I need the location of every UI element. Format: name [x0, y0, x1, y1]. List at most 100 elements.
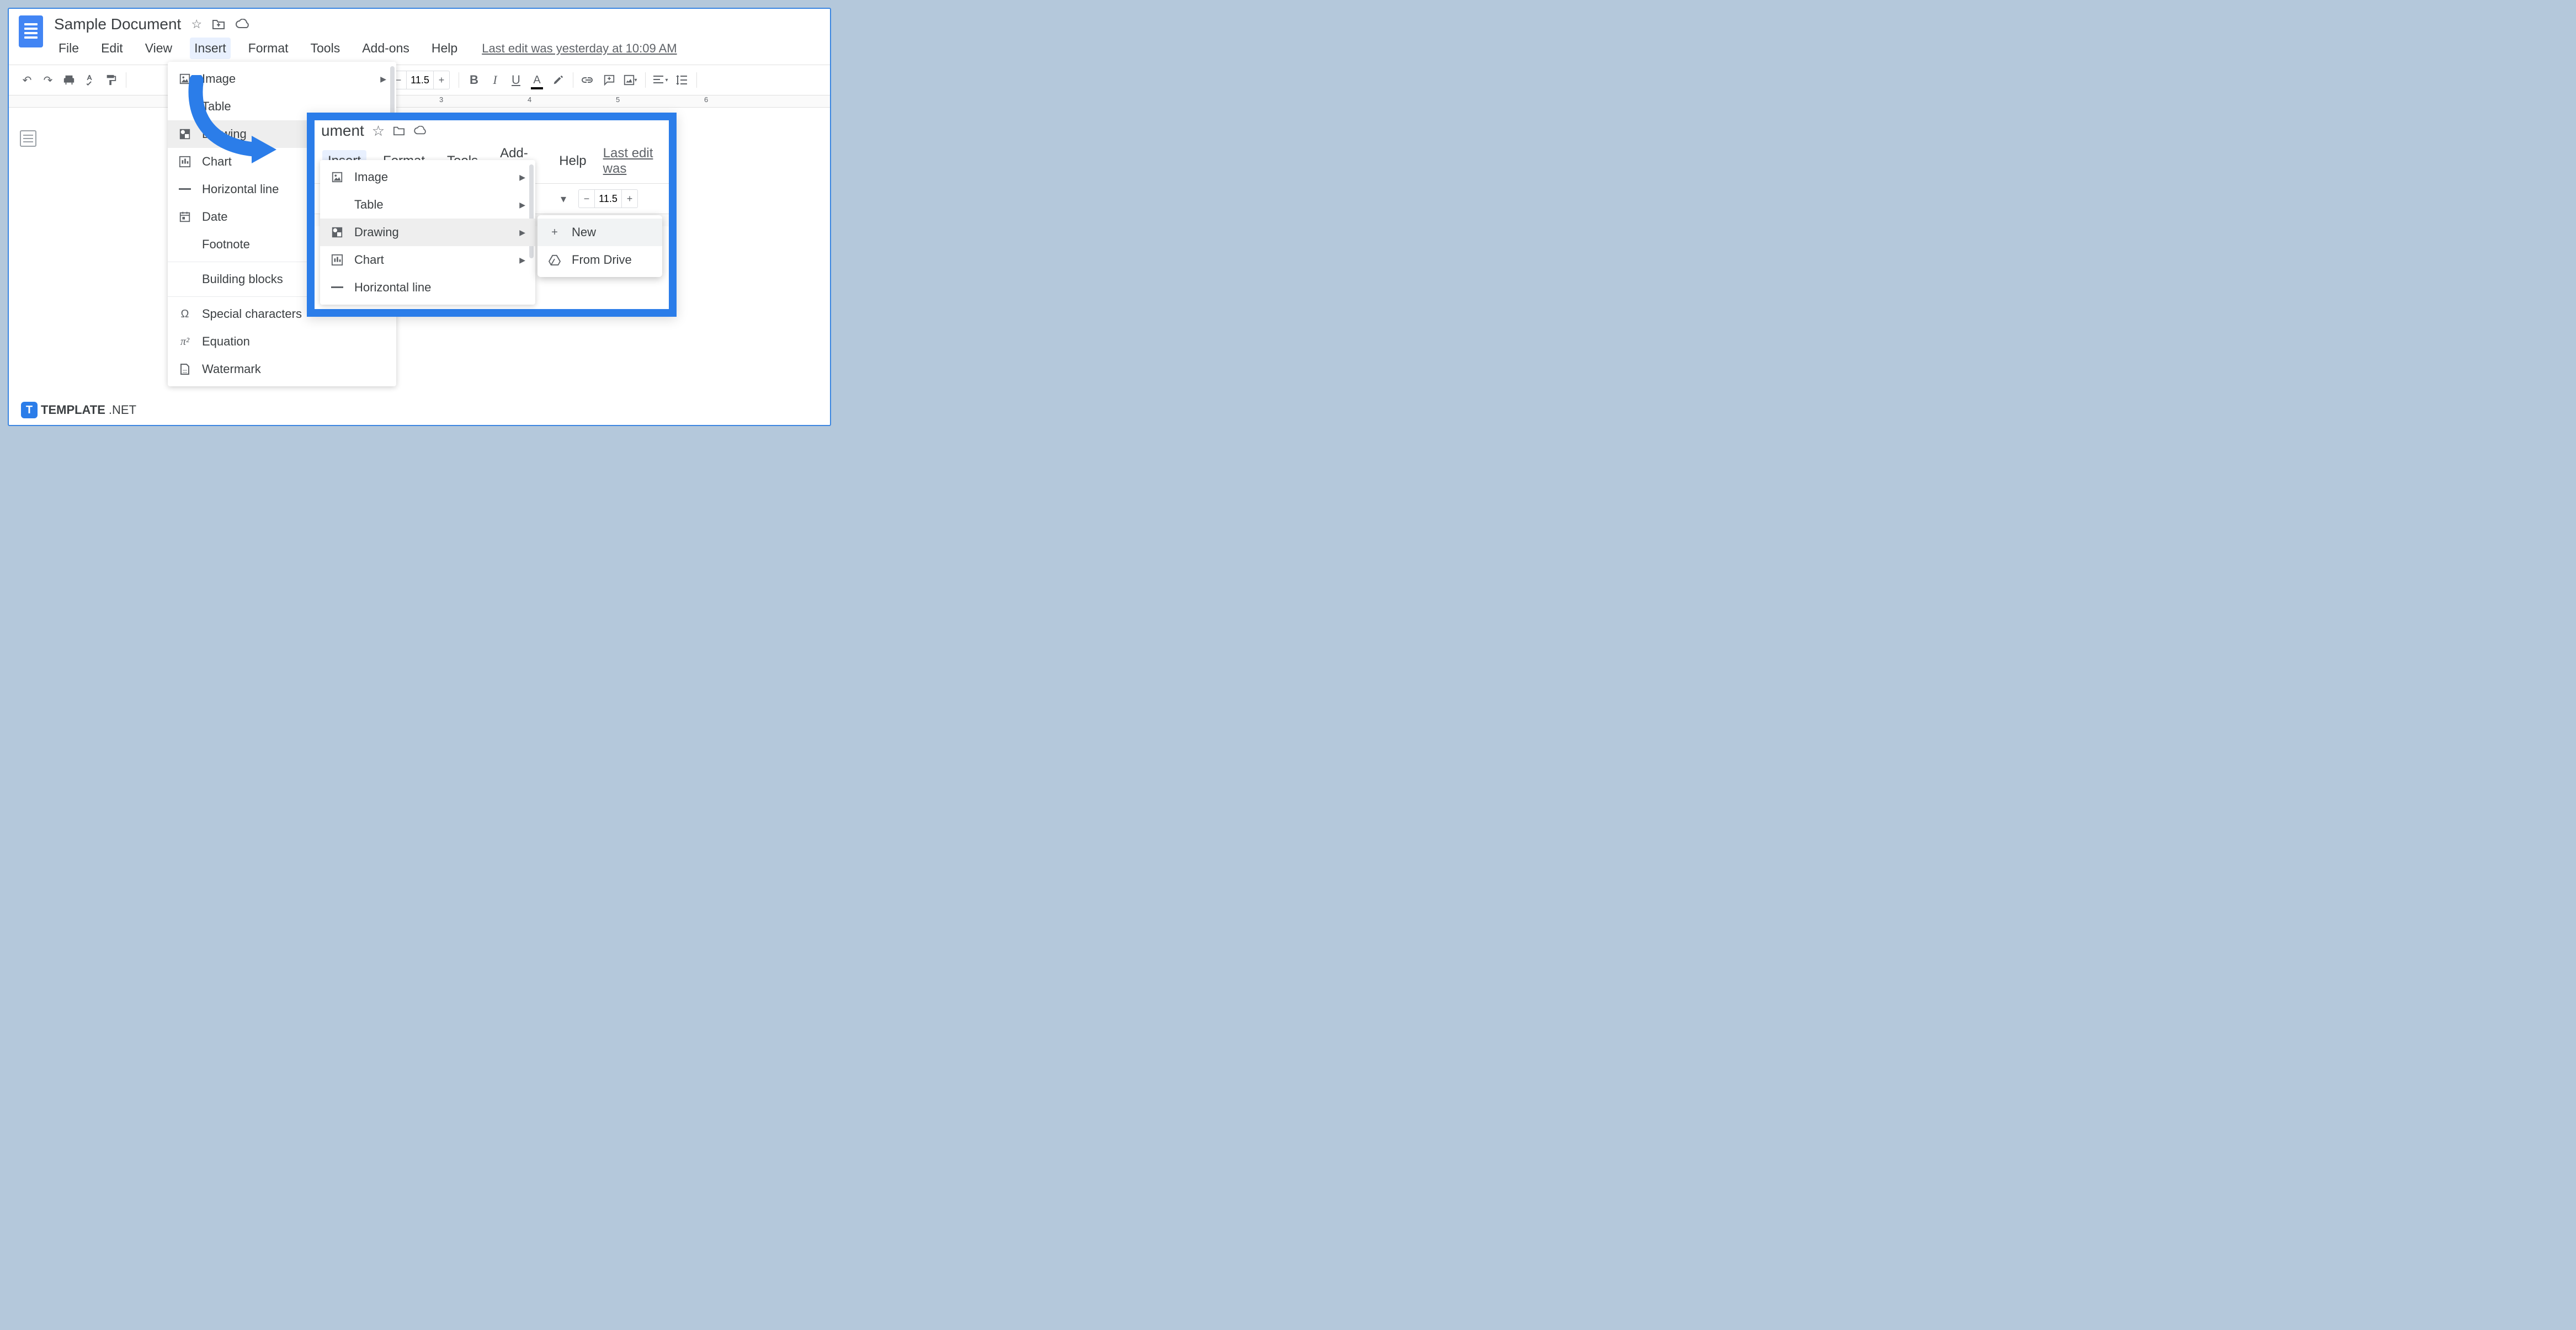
font-size-stepper: − 11.5 + — [390, 71, 450, 89]
submenu-arrow-icon: ▶ — [519, 200, 525, 210]
ruler-mark: 5 — [616, 95, 620, 104]
bold-button[interactable]: B — [465, 71, 483, 89]
cloud-status-icon[interactable] — [413, 126, 428, 136]
insert-image-item[interactable]: Image ▶ — [320, 163, 535, 191]
drawing-submenu: + New From Drive — [537, 215, 662, 277]
menu-label: Special characters — [202, 307, 302, 321]
line-spacing-button[interactable] — [672, 71, 691, 89]
font-size-value[interactable]: 11.5 — [406, 71, 434, 89]
undo-button[interactable]: ↶ — [18, 71, 36, 89]
add-comment-button[interactable] — [600, 71, 619, 89]
spellcheck-button[interactable] — [81, 71, 99, 89]
menu-label: Horizontal line — [202, 182, 279, 196]
move-folder-icon[interactable] — [212, 18, 225, 30]
insert-link-button[interactable] — [579, 71, 598, 89]
font-size-increase[interactable]: + — [434, 71, 449, 89]
menu-label: Image — [202, 72, 236, 86]
ruler-mark: 3 — [439, 95, 443, 104]
outline-toggle[interactable] — [20, 130, 36, 147]
menu-label: Date — [202, 210, 227, 224]
menu-addons[interactable]: Add-ons — [358, 38, 414, 59]
menu-label: Horizontal line — [354, 280, 431, 295]
insert-image-button[interactable]: ▾ — [621, 71, 640, 89]
font-size-stepper: − 11.5 + — [578, 189, 638, 208]
document-title[interactable]: Sample Document — [54, 15, 181, 33]
zoom-insert-menu: Image ▶ Table ▶ Drawing ▶ Chart ▶ Horizo… — [320, 160, 535, 305]
cloud-status-icon[interactable] — [235, 19, 251, 30]
insert-hline-item[interactable]: Horizontal line — [320, 274, 535, 301]
docs-logo-icon[interactable] — [19, 15, 43, 47]
table-icon — [330, 198, 344, 212]
watermark-icon — [178, 362, 192, 376]
menu-label: Table — [354, 198, 384, 212]
menu-format[interactable]: Format — [244, 38, 293, 59]
ruler-mark: 4 — [528, 95, 531, 104]
print-button[interactable] — [60, 71, 78, 89]
insert-image-item[interactable]: Image ▶ — [168, 65, 396, 93]
menu-label: From Drive — [572, 253, 632, 267]
menubar: File Edit View Insert Format Tools Add-o… — [54, 38, 677, 59]
template-text: TEMPLATE — [41, 403, 105, 417]
table-icon — [178, 99, 192, 114]
menu-edit[interactable]: Edit — [97, 38, 127, 59]
chart-icon — [330, 253, 344, 267]
drawing-from-drive-item[interactable]: From Drive — [537, 246, 662, 274]
font-size-decrease[interactable]: − — [579, 190, 594, 208]
move-folder-icon[interactable] — [392, 125, 406, 136]
drawing-new-item[interactable]: + New — [537, 219, 662, 246]
insert-drawing-item[interactable]: Drawing ▶ — [320, 219, 535, 246]
menu-label: Drawing — [202, 127, 247, 141]
drawing-icon — [178, 127, 192, 141]
italic-button[interactable]: I — [486, 71, 504, 89]
font-dropdown-arrow[interactable]: ▾ — [554, 189, 573, 208]
star-icon[interactable]: ☆ — [191, 17, 202, 31]
special-char-icon: Ω — [178, 307, 192, 321]
menu-view[interactable]: View — [141, 38, 177, 59]
menu-label: Chart — [354, 253, 384, 267]
menu-label: Footnote — [202, 237, 250, 252]
last-edit-link[interactable]: Last edit was — [603, 146, 661, 177]
toolbar: ↶ ↷ ▾ − 11.5 + B I U A ▾ ▾ — [9, 65, 830, 95]
app-window: Sample Document ☆ File Edit View Insert … — [8, 8, 831, 426]
menu-insert[interactable]: Insert — [190, 38, 231, 59]
template-badge-icon: T — [21, 402, 38, 418]
align-button[interactable]: ▾ — [651, 71, 670, 89]
menu-file[interactable]: File — [54, 38, 83, 59]
redo-button[interactable]: ↷ — [39, 71, 57, 89]
blocks-icon — [178, 272, 192, 286]
insert-watermark-item[interactable]: Watermark — [168, 355, 396, 383]
menu-label: Table — [202, 99, 231, 114]
menu-help[interactable]: Help — [553, 150, 592, 172]
text-color-button[interactable]: A — [528, 71, 546, 89]
net-text: .NET — [109, 403, 136, 417]
highlight-button[interactable] — [549, 71, 567, 89]
ruler-mark: 6 — [704, 95, 708, 104]
footnote-icon — [178, 237, 192, 252]
image-icon — [178, 72, 192, 86]
outline-icon — [20, 130, 36, 147]
image-icon — [330, 170, 344, 184]
menu-tools[interactable]: Tools — [306, 38, 345, 59]
last-edit-link[interactable]: Last edit was yesterday at 10:09 AM — [482, 41, 677, 56]
chart-icon — [178, 155, 192, 169]
drive-icon — [547, 253, 562, 267]
paint-format-button[interactable] — [102, 71, 120, 89]
menu-help[interactable]: Help — [427, 38, 462, 59]
insert-chart-item[interactable]: Chart ▶ — [320, 246, 535, 274]
hline-icon — [178, 182, 192, 196]
hline-icon — [330, 280, 344, 295]
insert-equation-item[interactable]: π² Equation — [168, 328, 396, 355]
zoom-callout: ument ☆ Insert Format Tools Add-ons Help… — [307, 113, 677, 317]
font-size-value[interactable]: 11.5 — [594, 190, 622, 208]
menu-label: Image — [354, 170, 388, 184]
equation-icon: π² — [178, 334, 192, 349]
submenu-arrow-icon: ▶ — [519, 228, 525, 237]
menu-label: Equation — [202, 334, 250, 349]
template-net-watermark: T TEMPLATE .NET — [21, 402, 136, 418]
menu-label: Chart — [202, 155, 232, 169]
font-size-increase[interactable]: + — [622, 190, 637, 208]
menu-label: New — [572, 225, 596, 240]
insert-table-item[interactable]: Table ▶ — [320, 191, 535, 219]
underline-button[interactable]: U — [507, 71, 525, 89]
star-icon[interactable]: ☆ — [372, 123, 385, 140]
